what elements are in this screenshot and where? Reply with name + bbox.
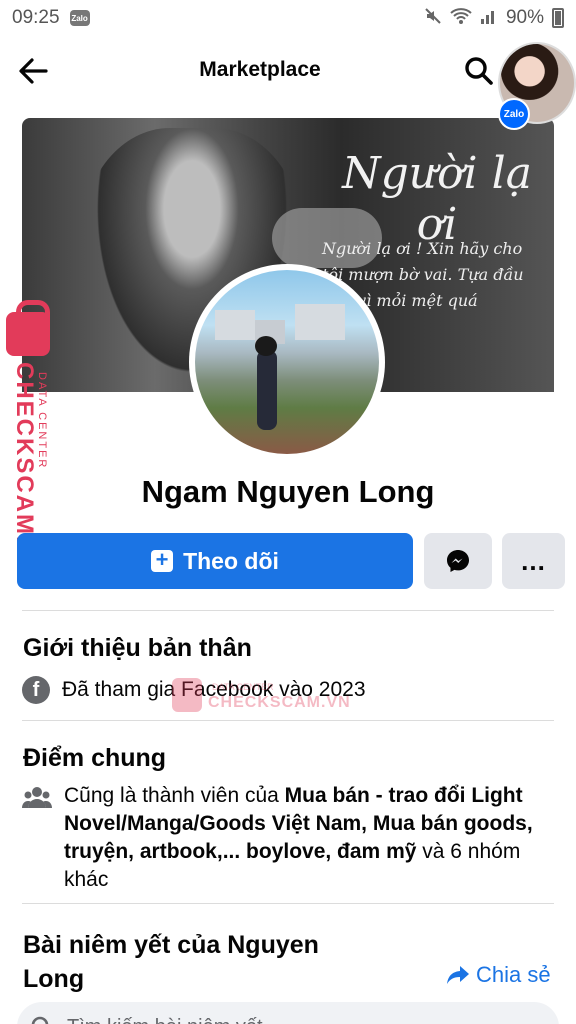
cover-caption-line: tôi mượn bờ vai. Tựa đầu [322,265,524,284]
divider [22,610,554,611]
battery-icon [552,8,564,28]
divider [22,903,554,904]
listings-search-input[interactable]: Tìm kiếm bài niêm yết [17,1002,559,1024]
search-button[interactable] [464,56,494,86]
more-options-button[interactable]: ... [502,533,565,589]
divider [22,720,554,721]
follow-button[interactable]: Theo dõi [17,533,413,589]
battery-percent: 90% [505,7,544,28]
app-header: Marketplace [0,36,576,106]
group-icon [22,787,52,808]
search-icon [31,1016,49,1024]
zalo-notification-icon: Zalo [69,10,90,26]
signal-icon [480,7,498,30]
status-time: 09:25 [12,7,60,28]
watermark-side: CHECKSCAM.VN DATA CENTER [6,300,58,582]
zalo-badge: Zalo [498,98,530,130]
listings-title: Bài niêm yết của Nguyen Long [23,931,319,993]
facebook-icon: f [22,676,50,704]
search-icon [465,57,493,85]
more-icon: ... [521,545,546,576]
watermark-brand: CHECKSCAM.VN [208,694,351,711]
share-icon [447,966,469,984]
follow-label: Theo dõi [183,547,279,574]
follow-icon [151,547,174,573]
wifi-icon [450,7,472,30]
lock-icon [172,678,202,712]
page-title: Marketplace [199,58,321,81]
share-label: Chia sẻ [476,962,551,987]
message-button[interactable] [424,533,492,589]
share-button[interactable]: Chia sẻ [446,962,551,988]
common-prefix: Cũng là thành viên của [64,784,285,807]
mute-icon [424,7,442,30]
about-title: Giới thiệu bản thân [23,634,252,662]
common-row: Cũng là thành viên của Mua bán - trao đổ… [22,782,542,894]
messenger-icon [447,550,469,572]
watermark-center: DATA CENTER CHECKSCAM.VN [172,672,372,718]
watermark-sub: DATA CENTER [212,682,274,692]
avatar-image [195,270,379,454]
common-title: Điểm chung [23,744,167,772]
listings-search-placeholder: Tìm kiếm bài niêm yết [67,1016,263,1024]
status-bar: 09:25 Zalo 90% [0,0,576,36]
watermark-sub: DATA CENTER [36,372,48,470]
cover-title-text: Người lạ ơi [342,148,532,250]
profile-name: Ngam Nguyen Long [141,474,435,509]
common-text: Cũng là thành viên của Mua bán - trao đổ… [64,782,534,894]
lock-icon [6,300,50,356]
cover-caption-line: Người lạ ơi ! Xin hãy cho [322,239,523,258]
profile-avatar[interactable] [189,264,385,460]
